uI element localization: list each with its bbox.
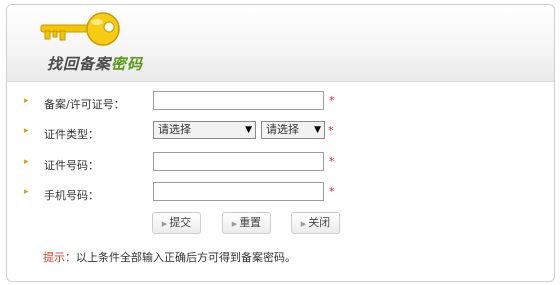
cert-subtype-select[interactable]: 请选择 ▼ (261, 121, 325, 139)
bullet-icon: ▸ (24, 126, 29, 136)
phone-number-input[interactable] (153, 182, 324, 201)
title-accent: 密码 (111, 55, 144, 73)
hint-message: 以上条件全部输入正确后方可得到备案密码。 (76, 251, 296, 264)
title-main: 找回备案 (47, 55, 112, 73)
bullet-icon: ▸ (24, 157, 29, 167)
required-mark: * (329, 185, 335, 198)
reset-label: 重置 (239, 216, 262, 229)
license-number-input[interactable] (153, 91, 324, 110)
dropdown-arrow-icon: ▼ (245, 125, 252, 135)
cert-subtype-select-value: 请选择 (266, 123, 299, 136)
form-row-phone: ▸ 手机号码： * (7, 182, 554, 206)
license-label: 备案/许可证号： (44, 98, 125, 111)
password-recovery-panel: 找回备案密码 ▸ 备案/许可证号： * ▸ 证件类型： 请选择 ▼ 请选择 ▼ … (6, 4, 555, 282)
play-icon: ▶ (231, 220, 238, 228)
panel-header: 找回备案密码 (7, 5, 554, 82)
form-row-cert-type: ▸ 证件类型： 请选择 ▼ 请选择 ▼ * (7, 121, 554, 145)
submit-label: 提交 (169, 216, 192, 229)
form-row-license: ▸ 备案/许可证号： * (7, 91, 554, 115)
play-icon: ▶ (300, 220, 307, 228)
cert-type-label: 证件类型： (44, 128, 99, 141)
page-title: 找回备案密码 (47, 53, 143, 74)
hint-text: 提示：以上条件全部输入正确后方可得到备案密码。 (43, 249, 296, 265)
cert-type-select-value: 请选择 (158, 123, 191, 136)
required-mark: * (328, 124, 334, 137)
close-button[interactable]: ▶ 关闭 (291, 212, 340, 234)
submit-button[interactable]: ▶ 提交 (152, 212, 201, 234)
bullet-icon: ▸ (24, 96, 29, 106)
dropdown-arrow-icon: ▼ (314, 125, 321, 135)
bullet-icon: ▸ (24, 187, 29, 197)
play-icon: ▶ (161, 220, 168, 228)
cert-number-label: 证件号码： (44, 159, 99, 172)
key-icon (40, 12, 120, 46)
reset-button[interactable]: ▶ 重置 (222, 212, 271, 234)
form-row-cert-number: ▸ 证件号码： * (7, 152, 554, 176)
cert-type-select[interactable]: 请选择 ▼ (153, 121, 256, 139)
hint-label: 提示： (43, 251, 76, 264)
required-mark: * (329, 155, 335, 168)
close-label: 关闭 (308, 216, 331, 229)
cert-number-input[interactable] (153, 152, 324, 171)
phone-label: 手机号码： (44, 189, 99, 202)
required-mark: * (329, 94, 335, 107)
